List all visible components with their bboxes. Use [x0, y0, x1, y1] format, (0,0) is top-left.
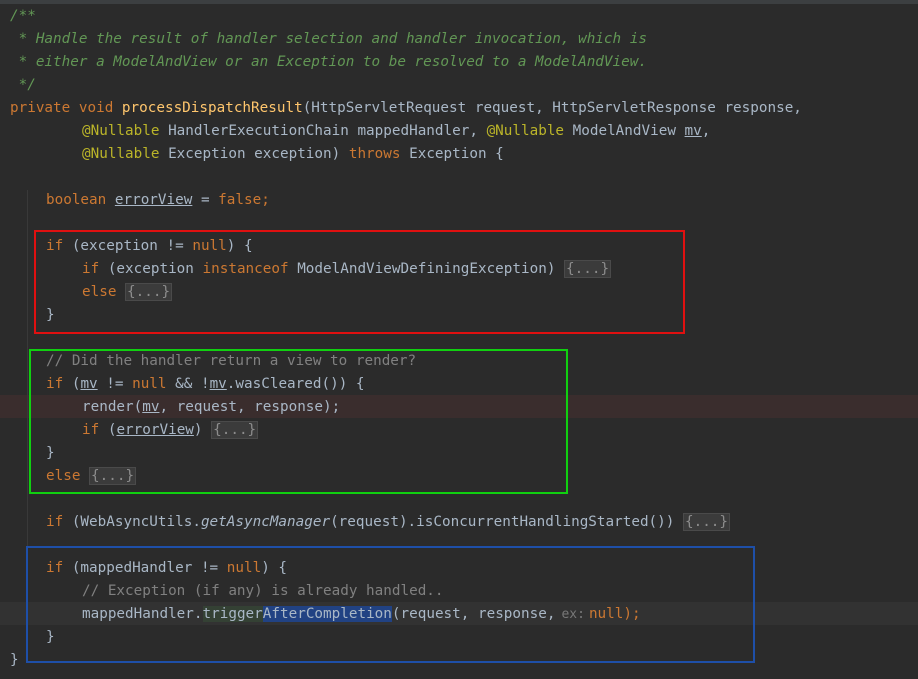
- javadoc-line-2: * either a ModelAndView or an Exception …: [10, 54, 647, 70]
- method-closing-brace: }: [10, 652, 19, 668]
- javadoc-open: /**: [10, 8, 36, 24]
- blue-highlight-box: [26, 546, 755, 663]
- param-mv-type: ModelAndView: [572, 123, 676, 139]
- javadoc-close: */: [10, 77, 36, 93]
- error-view-declaration: boolean errorView = false;: [46, 192, 270, 208]
- keyword-false: false: [218, 192, 262, 208]
- javadoc-line-1: * Handle the result of handler selection…: [10, 31, 647, 47]
- keyword-if: if: [46, 514, 64, 530]
- red-highlight-box: [34, 230, 685, 334]
- method-signature-line-1: private void processDispatchResult(HttpS…: [10, 97, 802, 120]
- keyword-private: private: [10, 100, 71, 116]
- editor-top-border: [0, 0, 918, 4]
- signature-params-1: (HttpServletRequest request, HttpServlet…: [302, 100, 802, 116]
- param-mv: mv: [684, 123, 702, 139]
- green-highlight-box: [29, 349, 568, 494]
- async-check-line: if (WebAsyncUtils.getAsyncManager(reques…: [46, 513, 731, 531]
- nullable-annotation: @Nullable: [82, 146, 160, 162]
- keyword-throws: throws: [348, 146, 401, 162]
- param-exception: Exception exception): [168, 146, 341, 162]
- code-editor[interactable]: /** * Handle the result of handler selec…: [0, 0, 918, 679]
- nullable-annotation: @Nullable: [486, 123, 565, 139]
- param-mapped-handler: HandlerExecutionChain mappedHandler,: [168, 123, 478, 139]
- static-call-get-async-manager: getAsyncManager: [200, 514, 331, 530]
- keyword-boolean: boolean: [46, 192, 107, 208]
- folded-code-block[interactable]: {...}: [682, 513, 731, 531]
- method-name: processDispatchResult: [121, 100, 303, 116]
- nullable-annotation: @Nullable: [82, 123, 160, 139]
- keyword-void: void: [78, 100, 114, 116]
- method-signature-line-2: @Nullable HandlerExecutionChain mappedHa…: [82, 123, 711, 139]
- var-error-view: errorView: [114, 192, 193, 208]
- method-signature-line-3: @Nullable Exception exception) throws Ex…: [82, 143, 504, 166]
- throws-exception: Exception {: [409, 146, 504, 162]
